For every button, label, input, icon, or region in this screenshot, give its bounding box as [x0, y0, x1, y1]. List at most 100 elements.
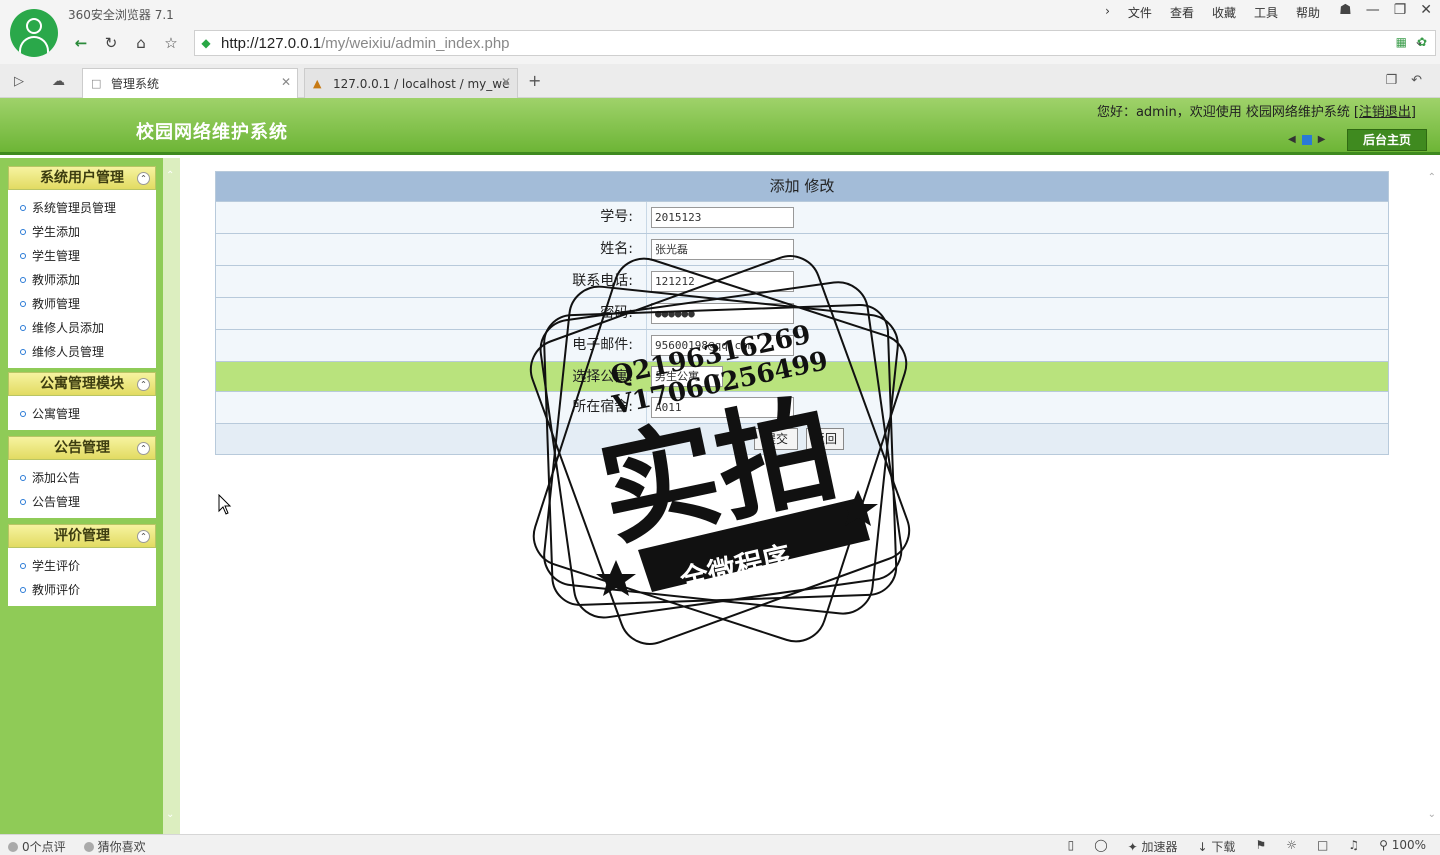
apartment-select[interactable]: 男生公寓: [651, 366, 723, 387]
cloud-icon[interactable]: ☁: [52, 74, 65, 89]
scroll-up-icon[interactable]: ⌃: [166, 170, 174, 181]
collapse-icon[interactable]: ⌃: [137, 378, 150, 391]
star-icon[interactable]: ☆: [156, 34, 186, 52]
tab-admin-system[interactable]: □ 管理系统 ✕: [82, 68, 298, 98]
field-label: 密码:: [600, 305, 633, 321]
field-label: 所在宿舍:: [572, 399, 633, 415]
back-arrow-icon[interactable]: ←: [66, 34, 96, 52]
sidebar-item-student-manage[interactable]: 学生管理: [20, 244, 156, 268]
navigation-bar: ← ↻ ⌂ ☆ ◆ http://127.0.0.1/my/weixiu/adm…: [66, 30, 1436, 56]
sidebar-item-student-review[interactable]: 学生评价: [20, 554, 156, 578]
comments-status[interactable]: 0个点评: [8, 838, 66, 855]
sidebar-item-teacher-add[interactable]: 教师添加: [20, 268, 156, 292]
window-controls: ☗ — ❐ ✕: [1339, 2, 1432, 18]
dorm-input[interactable]: A011: [651, 397, 794, 418]
window-icon[interactable]: □: [1317, 838, 1328, 855]
sidebar-item-repair-add[interactable]: 维修人员添加: [20, 316, 156, 340]
main-content: ⌃ ⌄ 添加 修改 学号: 2015123 姓名: 张光磊 联系电话: 1212…: [180, 158, 1440, 834]
password-input[interactable]: ●●●●●●: [651, 303, 794, 324]
mobile-icon[interactable]: ▯: [1068, 838, 1075, 855]
app-title: 校园网络维护系统: [136, 122, 288, 143]
volume-icon[interactable]: ♫: [1348, 838, 1359, 855]
sidebar-item-notice-add[interactable]: 添加公告: [20, 466, 156, 490]
tab-close-icon[interactable]: ✕: [281, 75, 291, 89]
page-icon: □: [91, 77, 102, 90]
menu-help[interactable]: 帮助: [1296, 4, 1320, 21]
group-header[interactable]: 公寓管理模块 ⌃: [8, 372, 156, 396]
restore-tab-icon[interactable]: ❐: [1385, 73, 1397, 88]
form-row-dorm: 所在宿舍: A011: [216, 391, 1388, 424]
sidebar-scroll-strip[interactable]: ⌃ ⌄: [163, 158, 180, 834]
home-icon[interactable]: ⌂: [126, 34, 156, 52]
sidebar-item-repair-manage[interactable]: 维修人员管理: [20, 340, 156, 364]
group-header[interactable]: 系统用户管理 ⌃: [8, 166, 156, 190]
sidebar-item-student-add[interactable]: 学生添加: [20, 220, 156, 244]
logout-link[interactable]: [注销退出]: [1354, 105, 1416, 120]
menu-favorites[interactable]: 收藏: [1212, 4, 1236, 21]
address-url[interactable]: http://127.0.0.1/my/weixiu/admin_index.p…: [221, 35, 510, 52]
arrow-left-icon[interactable]: ◀: [1288, 134, 1296, 145]
admin-home-button[interactable]: 后台主页: [1347, 129, 1427, 151]
sidebar-item-notice-manage[interactable]: 公告管理: [20, 490, 156, 514]
tab-phpmyadmin[interactable]: ▲ 127.0.0.1 / localhost / my_we ✕: [304, 68, 518, 98]
minimize-icon[interactable]: —: [1366, 2, 1380, 18]
skin-icon[interactable]: ☗: [1339, 2, 1352, 18]
sidebar-item-teacher-manage[interactable]: 教师管理: [20, 292, 156, 316]
sidebar-group-notice: 公告管理 ⌃ 添加公告 公告管理: [8, 436, 156, 518]
sidebar: 系统用户管理 ⌃ 系统管理员管理 学生添加 学生管理 教师添加 教师管理 维修人员…: [0, 158, 163, 834]
menu-view[interactable]: 查看: [1170, 4, 1194, 21]
download-button[interactable]: ↓ 下载: [1198, 838, 1236, 855]
collapse-icon[interactable]: ⌃: [137, 530, 150, 543]
header-scroll-controls: ◀ ▶: [1288, 134, 1325, 145]
panel-icon[interactable]: [1301, 134, 1312, 145]
sidebar-group-apartment: 公寓管理模块 ⌃ 公寓管理: [8, 372, 156, 430]
snapshot-icon[interactable]: ◯: [1094, 838, 1107, 855]
student-id-input[interactable]: 2015123: [651, 207, 794, 228]
scroll-down-icon[interactable]: ⌄: [166, 809, 174, 820]
scroll-up-icon[interactable]: ⌃: [1428, 172, 1436, 183]
flag-icon[interactable]: ⚑: [1255, 838, 1266, 855]
arrow-right-icon[interactable]: ▶: [1318, 134, 1326, 145]
sidebar-group-review: 评价管理 ⌃ 学生评价 教师评价: [8, 524, 156, 606]
edit-form: 添加 修改 学号: 2015123 姓名: 张光磊 联系电话: 121212 密…: [215, 171, 1389, 455]
submit-button[interactable]: 提交: [754, 428, 798, 450]
pma-icon: ▲: [313, 77, 322, 90]
tab-close-icon[interactable]: ✕: [501, 75, 511, 89]
back-button[interactable]: 返回: [806, 428, 844, 450]
recommend-status[interactable]: 猜你喜欢: [83, 838, 146, 855]
sidebar-item-admin-manage[interactable]: 系统管理员管理: [20, 196, 156, 220]
qr-code-icon[interactable]: ▦: [1396, 35, 1407, 49]
maximize-icon[interactable]: ❐: [1394, 2, 1407, 18]
user-avatar-icon[interactable]: [10, 9, 58, 57]
email-input[interactable]: 95600198@qq.com: [651, 335, 794, 356]
form-row-password: 密码: ●●●●●●: [216, 297, 1388, 330]
zoom-control[interactable]: ⚲ 100%: [1379, 838, 1426, 855]
address-dropdown-icon[interactable]: ⌄: [1414, 34, 1424, 48]
refresh-icon[interactable]: ↻: [96, 34, 126, 52]
browser-titlebar: 360安全浏览器 7.1 › 文件 查看 收藏 工具 帮助 ☗ — ❐ ✕ ← …: [0, 0, 1440, 64]
new-tab-icon[interactable]: +: [528, 71, 541, 90]
menu-tools[interactable]: 工具: [1254, 4, 1278, 21]
close-icon[interactable]: ✕: [1420, 2, 1432, 18]
browser-menu: › 文件 查看 收藏 工具 帮助: [1105, 4, 1320, 21]
accelerator-button[interactable]: ✦ 加速器: [1128, 838, 1178, 855]
collapse-icon[interactable]: ⌃: [137, 442, 150, 455]
menu-chevron-icon[interactable]: ›: [1105, 4, 1110, 21]
form-row-student-id: 学号: 2015123: [216, 201, 1388, 234]
phone-input[interactable]: 121212: [651, 271, 794, 292]
group-header[interactable]: 评价管理 ⌃: [8, 524, 156, 548]
sidebar-item-teacher-review[interactable]: 教师评价: [20, 578, 156, 602]
sidebar-toggle-icon[interactable]: ▷: [14, 74, 24, 89]
address-bar[interactable]: ◆ http://127.0.0.1/my/weixiu/admin_index…: [194, 30, 1436, 56]
group-header[interactable]: 公告管理 ⌃: [8, 436, 156, 460]
field-label: 电子邮件:: [572, 337, 633, 353]
undo-icon[interactable]: ↶: [1411, 73, 1422, 88]
name-input[interactable]: 张光磊: [651, 239, 794, 260]
ie-icon[interactable]: ☼: [1286, 838, 1297, 855]
sidebar-group-users: 系统用户管理 ⌃ 系统管理员管理 学生添加 学生管理 教师添加 教师管理 维修人员…: [8, 166, 156, 368]
sidebar-item-apartment-manage[interactable]: 公寓管理: [20, 402, 156, 426]
scroll-down-icon[interactable]: ⌄: [1428, 809, 1436, 820]
menu-file[interactable]: 文件: [1128, 4, 1152, 21]
collapse-icon[interactable]: ⌃: [137, 172, 150, 185]
form-row-name: 姓名: 张光磊: [216, 233, 1388, 266]
